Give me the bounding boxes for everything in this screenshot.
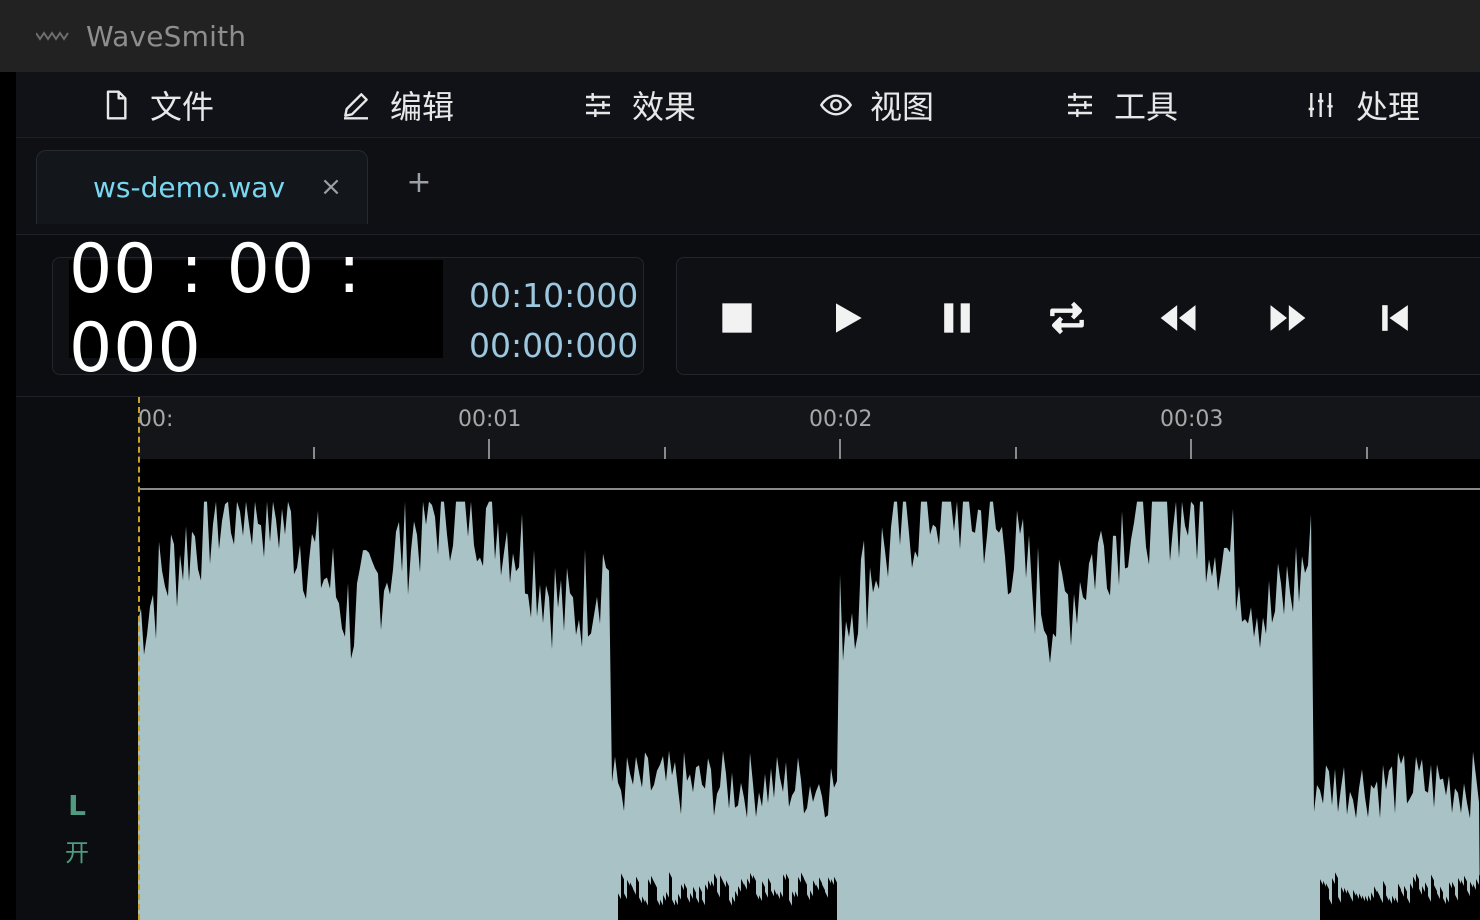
menu-file[interactable]: 文件 <box>100 72 214 138</box>
skip-to-start-icon <box>1382 305 1408 331</box>
ruler-tick <box>1190 439 1192 459</box>
channel-name: L <box>68 789 86 822</box>
add-tab-button[interactable]: + <box>404 168 434 198</box>
menu-bar: 文件 编辑 效果 视图 工具 处理 <box>16 72 1480 138</box>
skip-to-start-button[interactable] <box>1371 294 1419 342</box>
waveform-shape <box>138 501 1480 920</box>
transport-bar: 00 : 00 : 000 00:10:000 00:00:000 <box>16 230 1480 397</box>
menu-edit-label: 编辑 <box>390 88 455 126</box>
file-icon <box>106 90 127 120</box>
playhead[interactable] <box>138 397 140 920</box>
selection-duration: 00:00:000 <box>469 326 639 365</box>
ruler-tick <box>664 447 666 459</box>
waveform-canvas[interactable] <box>138 459 1480 920</box>
menu-effects[interactable]: 效果 <box>582 72 696 138</box>
pencil-icon <box>344 93 368 120</box>
tab-ws-demo[interactable]: ws-demo.wav × <box>36 150 368 224</box>
menu-view[interactable]: 视图 <box>820 72 934 138</box>
menu-file-label: 文件 <box>150 88 215 126</box>
time-display: 00 : 00 : 000 00:10:000 00:00:000 <box>52 230 644 388</box>
tab-bar: ws-demo.wav × + <box>16 138 1480 235</box>
ruler-tick <box>1366 447 1368 459</box>
total-duration: 00:10:000 <box>469 276 639 315</box>
transport-controls <box>676 257 1480 375</box>
timeline-label: 00: <box>138 407 174 432</box>
waveform <box>138 488 1480 920</box>
app-title: WaveSmith <box>86 19 247 53</box>
ruler-tick <box>488 439 490 459</box>
play-icon <box>836 303 862 333</box>
play-button[interactable] <box>823 294 871 342</box>
wave-logo-icon <box>36 31 69 41</box>
rewind-button[interactable] <box>1155 294 1203 342</box>
current-time: 00 : 00 : 000 <box>69 230 443 388</box>
loop-button[interactable] <box>1043 294 1091 342</box>
menu-edit[interactable]: 编辑 <box>340 72 454 138</box>
timeline-ruler[interactable]: 00: 00:01 00:02 00:03 <box>138 397 1480 459</box>
eye-icon <box>820 94 852 116</box>
timeline-label: 00:01 <box>458 407 522 432</box>
ruler-tick <box>1015 447 1017 459</box>
levels-icon <box>1308 93 1333 117</box>
pause-icon <box>944 303 970 333</box>
title-bar: WaveSmith <box>0 0 1480 72</box>
pause-button[interactable] <box>933 294 981 342</box>
close-icon[interactable]: × <box>319 174 343 200</box>
track-area: L 开 00: 00:01 00:02 00:03 <box>16 397 1480 920</box>
tab-label: ws-demo.wav <box>93 171 286 204</box>
menu-tools-label: 工具 <box>1114 88 1179 126</box>
menu-process-label: 处理 <box>1356 88 1421 126</box>
menu-view-label: 视图 <box>870 88 935 126</box>
menu-effects-label: 效果 <box>632 88 697 126</box>
stop-icon <box>722 303 752 333</box>
fast-forward-button[interactable] <box>1263 294 1311 342</box>
menu-tools[interactable]: 工具 <box>1064 72 1178 138</box>
ruler-tick <box>313 447 315 459</box>
rewind-icon <box>1160 305 1196 331</box>
timeline-label: 00:03 <box>1160 407 1224 432</box>
ruler-tick <box>839 439 841 459</box>
fast-forward-icon <box>1270 305 1306 331</box>
sliders-icon <box>586 93 610 117</box>
sliders-icon <box>1068 93 1092 117</box>
menu-process[interactable]: 处理 <box>1306 72 1420 138</box>
stop-button[interactable] <box>713 294 761 342</box>
timeline-label: 00:02 <box>809 407 873 432</box>
channel-state-toggle[interactable]: 开 <box>16 833 138 868</box>
loop-icon <box>1050 301 1084 335</box>
left-edge-strip <box>0 72 16 920</box>
track-header: L 开 <box>16 397 138 920</box>
